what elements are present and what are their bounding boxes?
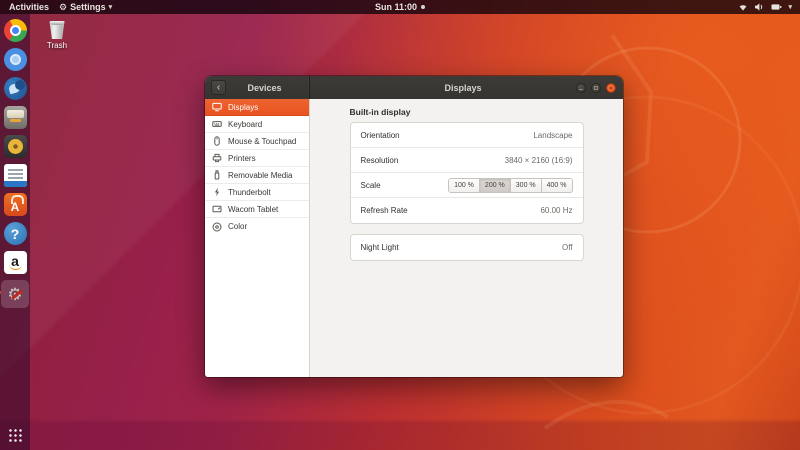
display-settings-card: Orientation Landscape Resolution 3840 × … [349, 122, 584, 224]
dock-item-help[interactable]: ? [3, 222, 27, 245]
sidebar-item-printers[interactable]: Printers [205, 150, 309, 167]
dock-item-thunderbird[interactable] [3, 77, 27, 100]
sidebar-item-label: Displays [228, 102, 259, 112]
maximize-button[interactable] [591, 82, 601, 93]
back-button[interactable]: ‹ [211, 80, 226, 95]
color-icon [212, 222, 222, 232]
tablet-icon [212, 204, 222, 214]
sidebar-item-label: Keyboard [228, 119, 263, 129]
dock-item-chromium[interactable] [3, 48, 27, 71]
sidebar-item-thunderbolt[interactable]: Thunderbolt [205, 184, 309, 201]
scale-button-group: 100 % 200 % 300 % 400 % [448, 177, 573, 193]
sidebar-item-label: Removable Media [228, 170, 293, 180]
sidebar-item-color[interactable]: Color [205, 218, 309, 235]
refresh-rate-value: 60.00 Hz [540, 206, 573, 215]
titlebar-main-section: Displays [310, 76, 623, 99]
resolution-row[interactable]: Resolution 3840 × 2160 (16:9) [350, 148, 583, 173]
help-icon: ? [10, 225, 20, 242]
sidebar-item-label: Mouse & Touchpad [228, 136, 297, 146]
sidebar-item-label: Color [228, 222, 248, 231]
refresh-rate-label: Refresh Rate [360, 206, 408, 215]
sidebar-item-keyboard[interactable]: Keyboard [205, 116, 309, 133]
night-light-row[interactable]: Night Light Off [351, 235, 583, 260]
window-title: Displays [444, 82, 482, 93]
sidebar-item-label: Thunderbolt [228, 187, 271, 197]
keyboard-icon [212, 119, 222, 129]
night-light-card: Night Light Off [349, 234, 584, 261]
section-title: Built-in display [349, 107, 411, 117]
settings-window: ‹ Devices Displays Displays Keyboard Mou… [205, 76, 623, 377]
software-bag-icon: A [10, 200, 20, 214]
dock-item-ubuntu-software[interactable]: A [3, 193, 27, 216]
sidebar-item-mouse-touchpad[interactable]: Mouse & Touchpad [205, 133, 309, 150]
displays-panel: Built-in display Orientation Landscape R… [310, 99, 623, 377]
trash-icon [49, 21, 65, 39]
sidebar-item-displays[interactable]: Displays [205, 99, 309, 116]
trash-label: Trash [46, 41, 68, 50]
display-icon [212, 102, 222, 112]
usb-icon [212, 170, 222, 180]
minimize-button[interactable] [576, 82, 586, 93]
scale-300-button[interactable]: 300 % [509, 178, 541, 192]
settings-gear-icon: ⚙ [4, 283, 27, 306]
notification-dot-icon [421, 5, 426, 9]
settings-sidebar: Displays Keyboard Mouse & Touchpad Print… [205, 99, 310, 377]
sidebar-item-wacom-tablet[interactable]: Wacom Tablet [205, 201, 309, 218]
scale-100-button[interactable]: 100 % [449, 178, 479, 192]
amazon-icon: a [11, 253, 19, 269]
dock-item-files[interactable] [3, 106, 27, 129]
top-bar: Activities ⚙ Settings ▾ Sun 11:00 ▾ [0, 0, 800, 14]
sidebar-item-label: Printers [228, 153, 256, 163]
sidebar-item-label: Wacom Tablet [228, 204, 279, 214]
orientation-row[interactable]: Orientation Landscape [350, 123, 583, 148]
show-applications-button[interactable] [8, 428, 22, 442]
orientation-label: Orientation [360, 130, 400, 140]
night-light-label: Night Light [360, 243, 399, 252]
orientation-value: Landscape [533, 130, 573, 140]
scale-200-button[interactable]: 200 % [478, 178, 510, 192]
dock-item-amazon[interactable]: a [3, 251, 27, 274]
resolution-label: Resolution [360, 155, 399, 165]
close-button[interactable] [606, 82, 616, 93]
dock-item-settings[interactable]: ⚙ [0, 280, 29, 308]
dock-item-libreoffice-writer[interactable] [3, 164, 27, 187]
dock: A ? a ⚙ [0, 14, 30, 450]
running-indicator-dot [0, 291, 1, 294]
thunderbolt-icon [212, 187, 222, 197]
night-light-value: Off [561, 243, 573, 252]
scale-row: Scale 100 % 200 % 300 % 400 % [350, 173, 583, 198]
refresh-rate-row[interactable]: Refresh Rate 60.00 Hz [351, 198, 583, 223]
resolution-value: 3840 × 2160 (16:9) [504, 155, 573, 165]
dock-item-rhythmbox[interactable] [3, 135, 27, 158]
sidebar-item-removable-media[interactable]: Removable Media [205, 167, 309, 184]
printer-icon [212, 153, 222, 163]
dock-item-chrome[interactable] [3, 19, 27, 42]
mouse-icon [212, 136, 222, 146]
scale-400-button[interactable]: 400 % [540, 178, 572, 192]
trash-desktop-icon[interactable]: Trash [41, 21, 73, 50]
scale-label: Scale [360, 180, 381, 190]
titlebar[interactable]: ‹ Devices Displays [205, 76, 623, 99]
devices-title: Devices [247, 82, 282, 93]
clock[interactable]: Sun 11:00 [375, 2, 417, 12]
titlebar-devices-section: ‹ Devices [205, 76, 310, 99]
